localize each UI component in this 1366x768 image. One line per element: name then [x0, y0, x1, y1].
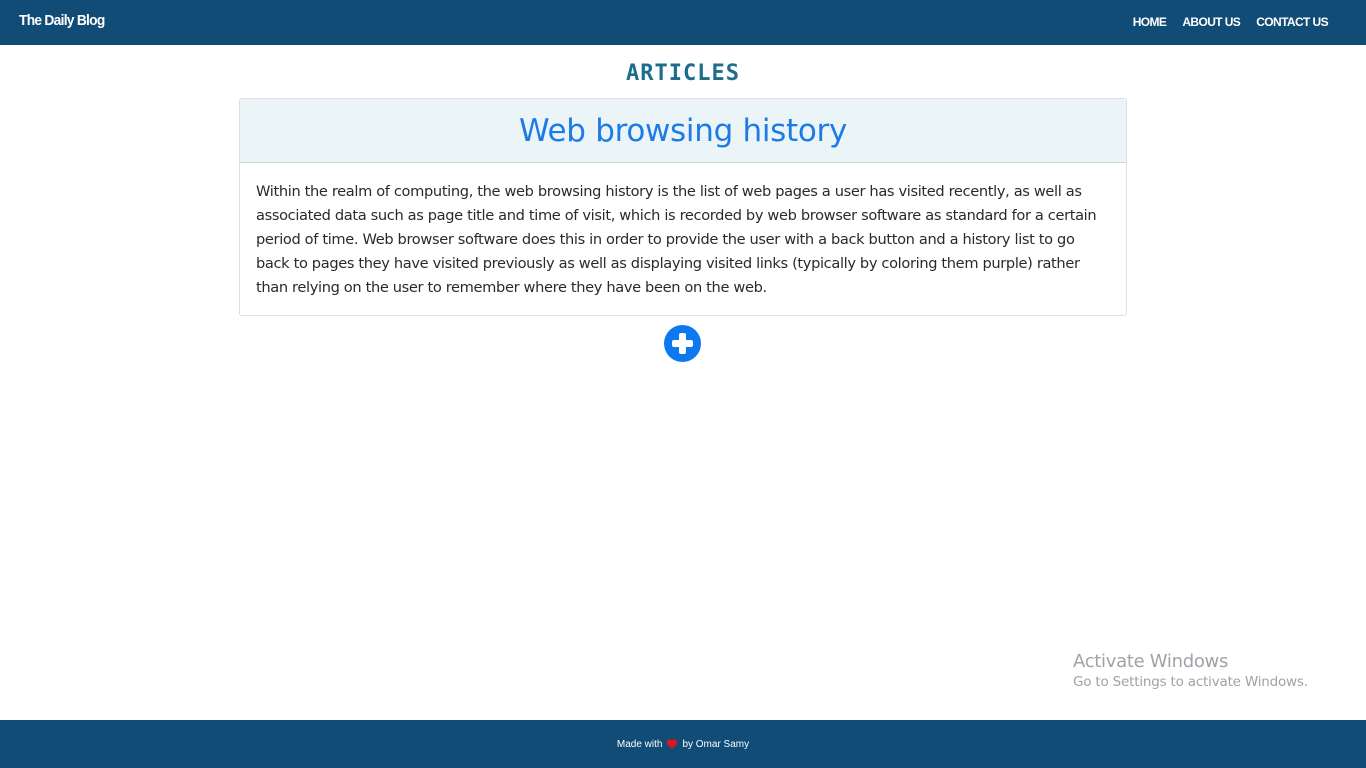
brand-logo-link[interactable]: The Daily Blog	[19, 12, 105, 29]
article-card: Web browsing history Within the realm of…	[239, 98, 1127, 316]
page-title: ARTICLES	[626, 61, 740, 86]
article-body: Within the realm of computing, the web b…	[256, 183, 1097, 296]
footer: Made with by Omar Samy	[0, 720, 1366, 768]
nav-link-contact-us[interactable]: CONTACT US	[1256, 15, 1328, 29]
article-card-header: Web browsing history	[240, 99, 1126, 163]
article-title: Web browsing history	[518, 112, 848, 149]
nav-link-home[interactable]: HOME	[1133, 15, 1167, 29]
watermark-title: Activate Windows	[1073, 651, 1229, 672]
watermark-subtitle: Go to Settings to activate Windows.	[1073, 674, 1308, 690]
navbar: The Daily Blog HOME ABOUT US CONTACT US	[0, 0, 1366, 45]
nav-links: HOME ABOUT US CONTACT US	[1133, 15, 1329, 29]
windows-activation-watermark: Activate Windows Go to Settings to activ…	[1073, 651, 1308, 690]
nav-link-about-us[interactable]: ABOUT US	[1182, 15, 1240, 29]
footer-author: by Omar Samy	[682, 738, 750, 750]
heart-icon	[666, 738, 678, 750]
add-article-button[interactable]	[664, 325, 701, 362]
footer-made-with: Made with	[616, 738, 663, 750]
